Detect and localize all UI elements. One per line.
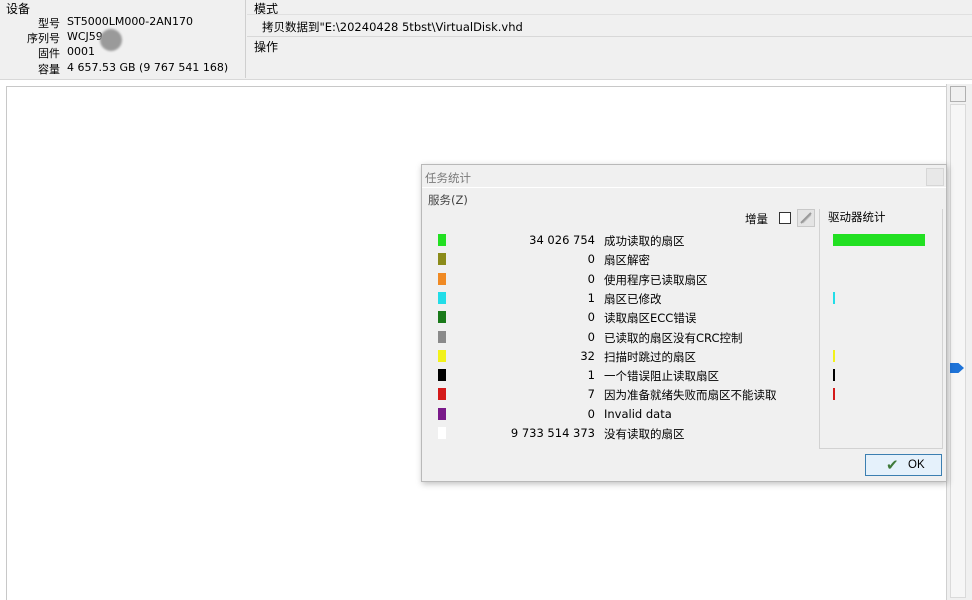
stat-color-swatch <box>438 331 446 343</box>
mode-divider <box>247 14 972 15</box>
stat-color-swatch <box>438 408 446 420</box>
firmware-value: 0001 <box>67 45 95 58</box>
stat-label: 一个错误阻止读取扇区 <box>604 369 719 383</box>
stat-color-swatch <box>438 253 446 265</box>
stats-panel: 增量 34 026 754 成功读取的扇区 0 扇区解密 0 使用程序已读取扇区 1 扇区已修… <box>427 209 817 449</box>
drive-stat-bar <box>833 350 835 362</box>
task-statistics-dialog: 任务统计 服务(Z) 增量 34 026 754 成功读取的扇区 0 扇区解密 0 使用程… <box>421 164 947 482</box>
drive-stat-bar <box>833 292 835 304</box>
stat-color-swatch <box>438 292 446 304</box>
serial-value: WCJ59 <box>67 30 103 43</box>
drive-stats-title: 驱动器统计 <box>826 209 888 225</box>
stat-row: 32 扫描时跳过的扇区 <box>427 346 817 365</box>
stat-color-swatch <box>438 427 446 439</box>
device-firmware-row: 固件 0001 <box>0 45 246 60</box>
operation-divider <box>247 36 972 37</box>
stat-label: 扇区解密 <box>604 253 650 267</box>
stat-label: 已读取的扇区没有CRC控制 <box>604 331 743 345</box>
stat-count: 0 <box>587 330 595 344</box>
info-panel: 设备 型号 ST5000LM000-2AN170 序列号 WCJ59 固件 00… <box>0 0 972 80</box>
stat-label: 没有读取的扇区 <box>604 427 685 441</box>
stat-count: 7 <box>587 387 595 401</box>
capacity-value: 4 657.53 GB (9 767 541 168) <box>67 61 229 74</box>
device-serial-row: 序列号 WCJ59 <box>0 30 246 45</box>
stat-row: 1 扇区已修改 <box>427 288 817 307</box>
stat-count: 9 733 514 373 <box>510 426 595 440</box>
device-capacity-row: 容量 4 657.53 GB (9 767 541 168) <box>0 61 246 76</box>
stat-row: 0 扇区解密 <box>427 249 817 268</box>
stat-color-swatch <box>438 388 446 400</box>
stat-label: 成功读取的扇区 <box>604 234 685 248</box>
menu-service[interactable]: 服务(Z) <box>428 192 468 208</box>
vertical-scrollbar[interactable] <box>950 104 966 598</box>
stat-row: 0 读取扇区ECC错误 <box>427 307 817 326</box>
stat-count: 0 <box>587 310 595 324</box>
dialog-title: 任务统计 <box>425 171 471 185</box>
pencil-icon[interactable] <box>797 209 815 227</box>
close-button[interactable] <box>926 168 944 186</box>
drive-stat-bar <box>833 234 925 246</box>
ok-button-label: OK <box>908 459 925 471</box>
stat-row: 0 使用程序已读取扇区 <box>427 269 817 288</box>
stat-label: 读取扇区ECC错误 <box>604 311 697 325</box>
increment-label: 增量 <box>745 212 768 226</box>
device-group: 设备 型号 ST5000LM000-2AN170 序列号 WCJ59 固件 00… <box>0 0 246 78</box>
drive-stat-bar <box>833 369 835 381</box>
mode-value: 拷贝数据到"E:\20240428 5tbst\VirtualDisk.vhd <box>262 20 523 34</box>
stat-row: 34 026 754 成功读取的扇区 <box>427 230 817 249</box>
stat-row: 0 已读取的扇区没有CRC控制 <box>427 327 817 346</box>
serial-label: 序列号 <box>27 32 60 45</box>
increment-checkbox[interactable] <box>779 212 791 224</box>
capacity-label: 容量 <box>38 63 60 76</box>
operation-group-title: 操作 <box>254 40 279 54</box>
stat-count: 32 <box>580 349 595 363</box>
stat-row: 7 因为准备就绪失败而扇区不能读取 <box>427 384 817 403</box>
pencil-icon-svg <box>800 212 812 224</box>
stat-color-swatch <box>438 234 446 246</box>
stat-count: 1 <box>587 291 595 305</box>
stat-color-swatch <box>438 311 446 323</box>
stat-label: 使用程序已读取扇区 <box>604 273 708 287</box>
stat-color-swatch <box>438 369 446 381</box>
stat-color-swatch <box>438 350 446 362</box>
stat-label: 扫描时跳过的扇区 <box>604 350 696 364</box>
checkmark-icon: ✔ <box>886 457 899 474</box>
stat-count: 0 <box>587 252 595 266</box>
stat-row: 1 一个错误阻止读取扇区 <box>427 365 817 384</box>
stat-count: 1 <box>587 368 595 382</box>
model-value: ST5000LM000-2AN170 <box>67 15 194 28</box>
stat-count: 34 026 754 <box>529 233 595 247</box>
model-label: 型号 <box>38 17 60 30</box>
stat-count: 0 <box>587 407 595 421</box>
stat-count: 0 <box>587 272 595 286</box>
mode-group: 模式 拷贝数据到"E:\20240428 5tbst\VirtualDisk.v… <box>247 0 972 78</box>
stat-row: 0 Invalid data <box>427 404 817 423</box>
stat-color-swatch <box>438 273 446 285</box>
drive-stat-bar <box>833 388 835 400</box>
ok-button[interactable]: ✔ OK <box>865 454 942 476</box>
firmware-label: 固件 <box>38 47 60 60</box>
stat-row: 9 733 514 373 没有读取的扇区 <box>427 423 817 442</box>
scroll-up-button[interactable] <box>950 86 966 102</box>
device-model-row: 型号 ST5000LM000-2AN170 <box>0 15 246 30</box>
stat-label: 因为准备就绪失败而扇区不能读取 <box>604 388 777 402</box>
stat-label: Invalid data <box>604 407 672 421</box>
stat-label: 扇区已修改 <box>604 292 662 306</box>
dialog-menu-bar: 服务(Z) <box>422 187 946 207</box>
